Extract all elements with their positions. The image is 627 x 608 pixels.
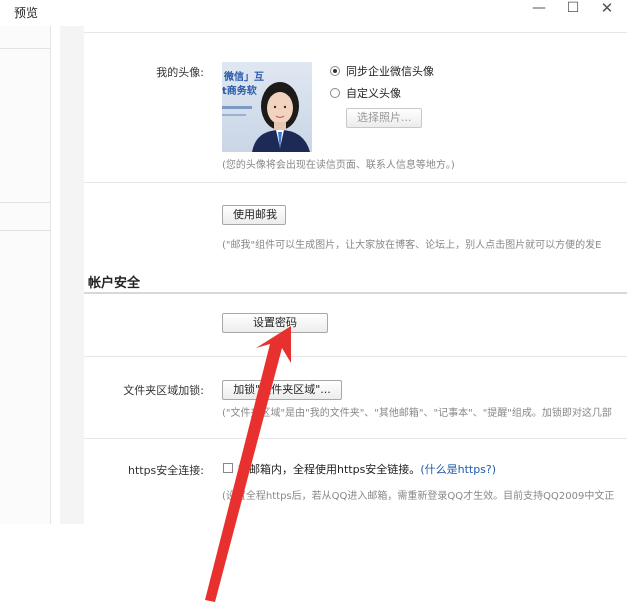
divider xyxy=(84,438,627,439)
set-password-button[interactable]: 设置密码 xyxy=(222,313,328,333)
divider xyxy=(0,202,50,203)
radio-custom-avatar[interactable] xyxy=(330,88,340,98)
close-icon[interactable]: ✕ xyxy=(590,0,624,18)
maximize-icon[interactable]: ☐ xyxy=(556,0,590,18)
settings-content: 我的头像: 微信」互 t商务软 同步企业微信头像 自定义头像 选择照片... (… xyxy=(60,26,627,524)
folder-lock-label: 文件夹区域加锁: xyxy=(123,384,204,397)
https-option: 在邮箱内，全程使用https安全链接。(什么是https?) xyxy=(238,461,496,477)
window-title: 预览 xyxy=(14,6,39,20)
https-label: https安全连接: xyxy=(127,464,204,477)
divider xyxy=(84,32,627,33)
settings-panel: 我的头像: 微信」互 t商务软 同步企业微信头像 自定义头像 选择照片... (… xyxy=(84,26,627,524)
divider xyxy=(84,356,627,357)
https-option-text: 在邮箱内，全程使用https安全链接。 xyxy=(238,463,421,476)
mail-me-hint: ("邮我"组件可以生成图片，让大家放在博客、论坛上，别人点击图片就可以方便的发E xyxy=(222,240,602,251)
person-photo-icon xyxy=(222,82,310,152)
avatar-hint: (您的头像将会出现在读信页面、联系人信息等地方。) xyxy=(222,160,455,171)
title-bar: 预览 — ☐ ✕ xyxy=(0,0,627,26)
radio-sync-avatar[interactable] xyxy=(330,66,340,76)
divider xyxy=(0,230,50,231)
lock-folder-area-button[interactable]: 加锁"文件夹区域"... xyxy=(222,380,342,400)
option-custom-avatar[interactable]: 自定义头像 xyxy=(346,85,401,101)
https-hint: (设置全程https后，若从QQ进入邮箱，需重新登录QQ才生效。目前支持QQ20… xyxy=(222,491,615,502)
folder-lock-hint: ("文件夹区域"是由"我的文件夹"、"其他邮箱"、"记事本"、"提醒"组成。加锁… xyxy=(222,408,612,419)
divider xyxy=(0,48,50,49)
what-is-https-link[interactable]: (什么是https?) xyxy=(420,463,496,476)
avatar-label: 我的头像: xyxy=(156,66,204,79)
minimize-icon[interactable]: — xyxy=(522,0,556,18)
https-checkbox[interactable] xyxy=(223,463,233,473)
option-sync-avatar[interactable]: 同步企业微信头像 xyxy=(346,63,434,79)
choose-photo-button[interactable]: 选择照片... xyxy=(346,108,422,128)
section-heading-account-security: 帐户安全 xyxy=(88,276,141,291)
left-navigation-pane xyxy=(0,26,51,524)
use-mail-me-button[interactable]: 使用邮我 xyxy=(222,205,286,225)
divider xyxy=(84,292,627,294)
divider xyxy=(84,182,627,183)
avatar[interactable]: 微信」互 t商务软 xyxy=(222,62,312,152)
